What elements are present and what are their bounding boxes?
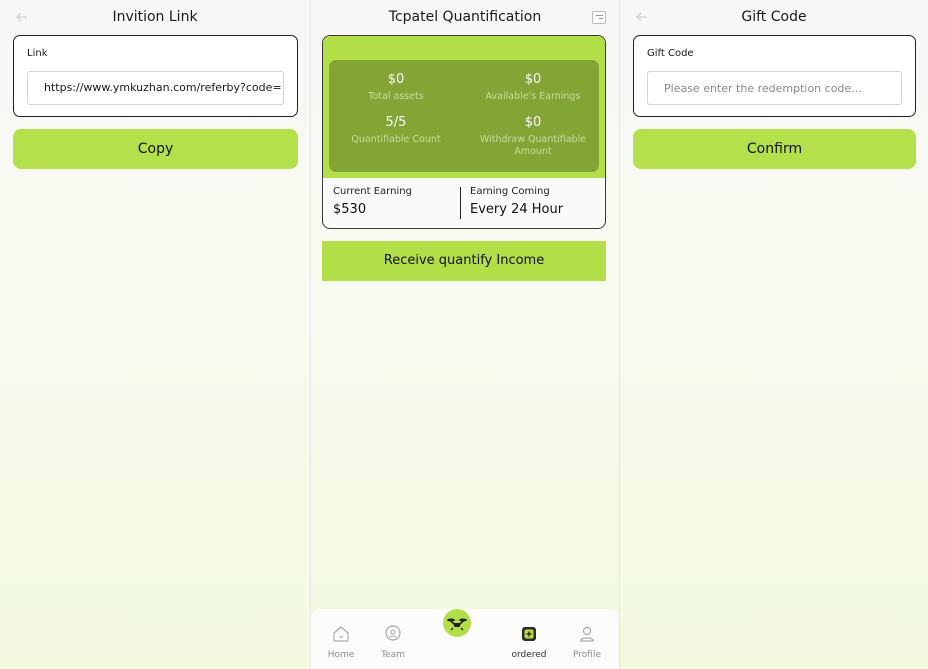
- current-earning-label: Current Earning: [333, 186, 412, 197]
- quantifiable-count-label: Quantifiable Count: [351, 134, 441, 145]
- tab-ordered-label: ordered: [511, 650, 547, 660]
- quant-topbar: Tcpatel Quantification: [311, 0, 619, 35]
- quantifiable-count-value: 5/5: [385, 115, 407, 130]
- stats-inner-box: $0 Total assets $0 Available's Earnings …: [329, 60, 599, 172]
- link-label: Link: [27, 48, 48, 59]
- earning-coming-label: Earning Coming: [470, 186, 550, 197]
- receive-income-button[interactable]: Receive quantify Income: [322, 241, 606, 281]
- home-icon: [333, 626, 349, 642]
- team-icon: [385, 625, 401, 641]
- page-title: Tcpatel Quantification: [388, 9, 542, 25]
- tab-profile[interactable]: Profile: [565, 624, 609, 660]
- tab-ordered[interactable]: ordered: [507, 624, 551, 660]
- current-earning: Current Earning $530: [333, 186, 412, 217]
- gift-code-card: Gift Code: [633, 35, 916, 117]
- quantifiable-count-stat: 5/5 Quantifiable Count: [336, 115, 456, 146]
- available-earnings-value: $0: [524, 72, 542, 87]
- withdraw-amount-stat: $0 Withdraw Quantifiable Amount: [473, 115, 593, 158]
- withdraw-amount-label: Withdraw Quantifiable Amount: [479, 134, 587, 157]
- drone-icon: [447, 618, 467, 631]
- bottom-tab-bar: Home Team ordered Profile: [311, 609, 619, 669]
- confirm-button[interactable]: Confirm: [633, 129, 916, 169]
- tab-team-label: Team: [381, 650, 405, 660]
- withdraw-amount-value: $0: [524, 115, 542, 130]
- link-field[interactable]: https://www.ymkuzhan.com/referby?code=: [27, 71, 284, 105]
- gift-code-label: Gift Code: [647, 48, 694, 59]
- total-assets-stat: $0 Total assets: [336, 72, 456, 103]
- available-earnings-stat: $0 Available's Earnings: [473, 72, 593, 103]
- ordered-icon: [522, 627, 536, 641]
- link-card: Link https://www.ymkuzhan.com/referby?co…: [13, 35, 298, 117]
- profile-icon: [579, 626, 595, 642]
- tab-home-label: Home: [327, 650, 355, 660]
- page-title: Gift Code: [741, 9, 807, 25]
- total-assets-value: $0: [387, 72, 405, 87]
- gift-code-input[interactable]: [647, 71, 902, 105]
- stats-card: $0 Total assets $0 Available's Earnings …: [322, 35, 606, 229]
- tab-home[interactable]: Home: [319, 624, 363, 660]
- menu-icon[interactable]: [592, 11, 606, 24]
- current-earning-value: $530: [333, 202, 367, 217]
- total-assets-label: Total assets: [368, 91, 424, 102]
- tab-team[interactable]: Team: [371, 624, 415, 660]
- gift-topbar: Gift Code: [620, 0, 928, 35]
- invite-topbar: Invition Link: [0, 0, 310, 35]
- gift-code-panel: Gift Code Gift Code Confirm: [620, 0, 928, 669]
- earning-coming-value: Every 24 Hour: [470, 202, 564, 217]
- center-action-button[interactable]: [443, 609, 471, 637]
- quantification-panel: Tcpatel Quantification $0 Total assets $…: [311, 0, 619, 669]
- earning-coming: Earning Coming Every 24 Hour: [470, 186, 563, 217]
- available-earnings-label: Available's Earnings: [485, 91, 581, 102]
- page-title: Invition Link: [112, 9, 198, 25]
- earning-divider: [460, 187, 461, 219]
- copy-button[interactable]: Copy: [13, 129, 298, 169]
- tab-profile-label: Profile: [573, 650, 601, 660]
- invitation-panel: Invition Link Link https://www.ymkuzhan.…: [0, 0, 310, 669]
